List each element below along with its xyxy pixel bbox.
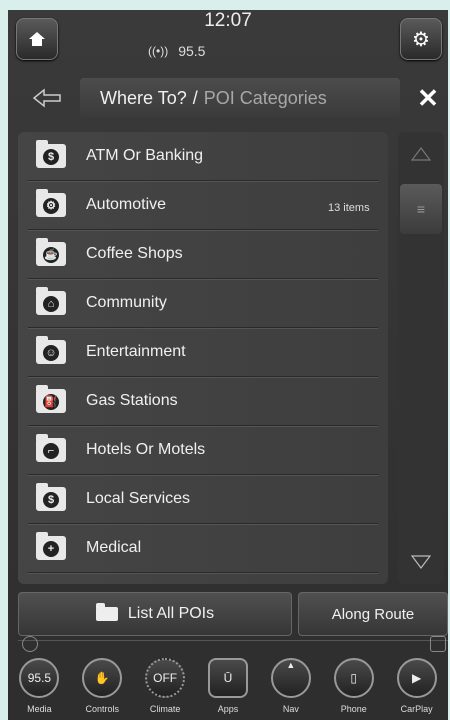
list-item-local-services[interactable]: $ Local Services — [28, 475, 378, 524]
dock-controls[interactable]: ✋ Controls — [71, 650, 134, 720]
scroll-down-button[interactable] — [398, 540, 444, 584]
along-route-label: Along Route — [331, 605, 415, 623]
along-route-button[interactable]: Along Route — [298, 592, 448, 636]
list-all-pois-button[interactable]: List All POIs — [18, 592, 292, 636]
dock-label: Controls — [85, 704, 120, 714]
dock-nav[interactable]: ▲ Nav — [259, 650, 322, 720]
dock-label: CarPlay — [400, 704, 433, 714]
climate-icon: OFF — [145, 658, 186, 698]
title-separator: / — [192, 87, 198, 108]
scrollbar[interactable]: ≡ — [398, 132, 444, 584]
entertainment-icon: ☺ — [36, 336, 66, 366]
title-bar: Where To? / POI Categories — [80, 78, 400, 118]
triangle-up-icon — [411, 147, 431, 161]
list-all-pois-label: List All POIs — [127, 605, 215, 622]
dock-label: Media — [27, 704, 52, 714]
community-icon: ⌂ — [36, 287, 66, 317]
dock-label: Nav — [282, 704, 299, 714]
back-arrow-icon — [32, 88, 61, 108]
grip-icon: ≡ — [416, 201, 426, 217]
folder-icon — [95, 603, 118, 621]
back-button[interactable] — [16, 78, 78, 118]
bottom-dock: 95.5 Media ✋ Controls OFF Climate Ū Apps… — [8, 650, 448, 720]
list-item-hotels[interactable]: ⌐ Hotels Or Motels — [28, 426, 378, 475]
radio-status: ((•)) 95.5 — [148, 43, 205, 59]
title-poi-categories: POI Categories — [203, 87, 327, 108]
nav-screen: 12:07 ((•)) 95.5 ⚙ Where To? / POI Categ… — [8, 10, 448, 720]
nav-icon: ▲ — [270, 658, 311, 698]
dock-label: Apps — [217, 704, 239, 714]
list-item-atm[interactable]: $ ATM Or Banking — [28, 132, 378, 181]
list-item-entertainment[interactable]: ☺ Entertainment — [28, 328, 378, 377]
services-icon: $ — [36, 483, 66, 513]
list-item-label: Coffee Shops — [86, 245, 183, 262]
list-item-label: Automotive — [86, 196, 167, 213]
header: Where To? / POI Categories ✕ — [16, 78, 448, 118]
title-where-to: Where To? — [100, 87, 187, 108]
gear-icon: ⚙ — [412, 28, 430, 51]
list-item-label: ATM Or Banking — [86, 147, 204, 164]
phone-icon: ▯ — [333, 658, 374, 698]
medical-icon: + — [36, 532, 66, 562]
gas-icon: ⛽ — [36, 385, 66, 415]
settings-button[interactable]: ⚙ — [400, 18, 442, 60]
apps-icon: Ū — [208, 658, 248, 698]
list-item-medical[interactable]: + Medical — [28, 524, 378, 573]
divider — [18, 640, 448, 649]
dock-label: Climate — [149, 704, 181, 714]
clock: 12:07 — [204, 10, 252, 31]
coffee-icon: ☕ — [36, 238, 66, 268]
list-item-community[interactable]: ⌂ Community — [28, 279, 378, 328]
list-item-label: Entertainment — [86, 343, 186, 360]
dock-apps[interactable]: Ū Apps — [197, 650, 260, 720]
list-item-label: Local Services — [86, 490, 191, 507]
dock-media[interactable]: 95.5 Media — [8, 650, 71, 720]
controls-icon: ✋ — [82, 658, 123, 698]
list-item-label: Gas Stations — [86, 392, 178, 409]
list-item-coffee[interactable]: ☕ Coffee Shops — [28, 230, 378, 279]
car-icon: ⚙ — [36, 189, 66, 219]
scroll-up-button[interactable] — [398, 132, 444, 176]
hotel-icon: ⌐ — [36, 434, 66, 464]
media-icon: 95.5 — [19, 658, 60, 698]
radio-frequency: 95.5 — [178, 43, 206, 59]
dock-phone[interactable]: ▯ Phone — [322, 650, 385, 720]
list-item-label: Hotels Or Motels — [86, 441, 206, 458]
poi-category-list: $ ATM Or Banking ⚙ Automotive ☕ Coffee S… — [18, 132, 388, 584]
dock-climate[interactable]: OFF Climate — [134, 650, 197, 720]
list-item-label: Community — [86, 294, 167, 311]
dollar-icon: $ — [36, 140, 66, 170]
items-count: 13 items — [328, 202, 370, 214]
carplay-icon: ▶ — [396, 658, 437, 698]
dock-carplay[interactable]: ▶ CarPlay — [385, 650, 448, 720]
close-icon: ✕ — [417, 82, 439, 113]
close-button[interactable]: ✕ — [408, 78, 448, 118]
list-item-gas[interactable]: ⛽ Gas Stations — [28, 377, 378, 426]
home-icon — [29, 32, 45, 46]
dock-label: Phone — [340, 704, 367, 714]
radio-signal-icon: ((•)) — [148, 44, 169, 58]
list-item-automotive[interactable]: ⚙ Automotive — [28, 181, 378, 230]
triangle-down-icon — [411, 555, 431, 569]
list-item-label: Medical — [86, 539, 142, 556]
scroll-thumb[interactable]: ≡ — [400, 184, 442, 234]
